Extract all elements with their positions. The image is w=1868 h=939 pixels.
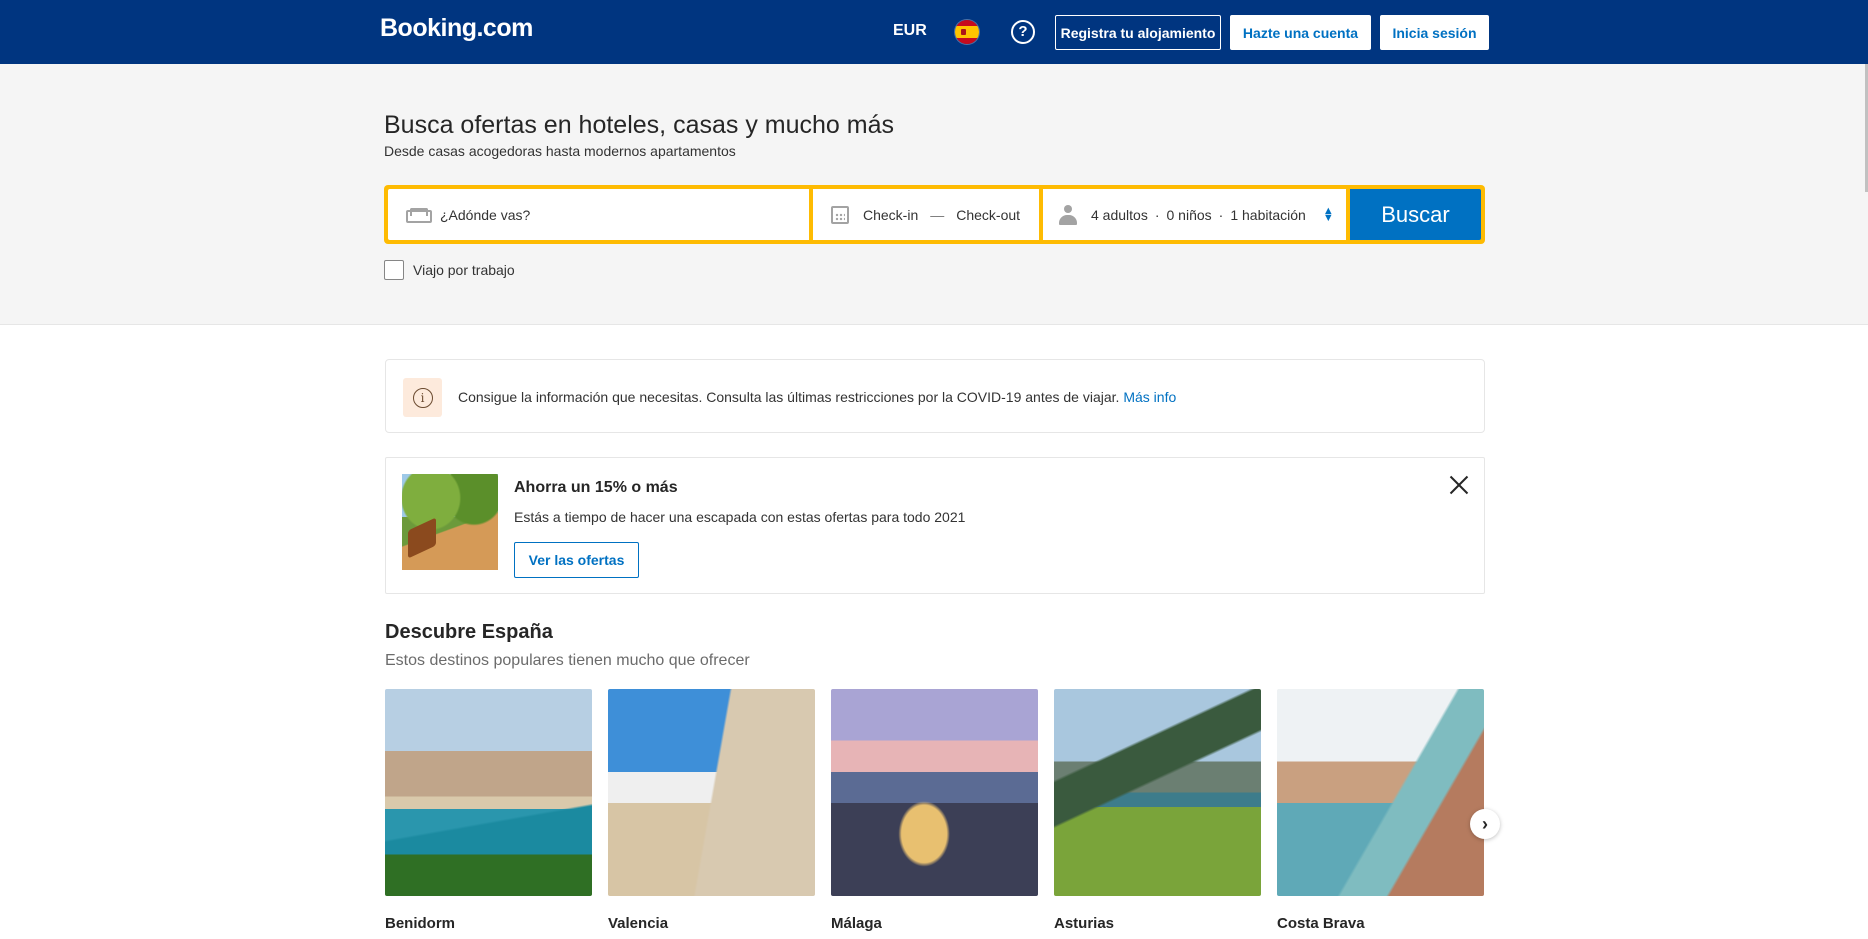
work-trip-label: Viajo por trabajo (413, 262, 515, 278)
checkout-label[interactable]: Check-out (956, 207, 1020, 223)
checkin-label[interactable]: Check-in (863, 207, 918, 223)
checkbox-box[interactable] (384, 260, 404, 280)
children-count: 0 niños (1166, 206, 1212, 223)
more-info-link[interactable]: Más info (1123, 389, 1176, 405)
help-icon[interactable]: ? (1011, 20, 1035, 44)
search-bar: ¿Adónde vas? Check-in — Check-out 4 adul… (384, 185, 1485, 244)
dates-field[interactable]: Check-in — Check-out (813, 189, 1039, 240)
destination-name[interactable]: Benidorm (385, 915, 592, 932)
covid-text: Consigue la información que necesitas. C… (458, 389, 1120, 405)
calendar-icon (831, 205, 849, 224)
destination-name[interactable]: Málaga (831, 915, 1038, 932)
close-icon[interactable] (1448, 474, 1470, 496)
rooms-count: 1 habitación (1230, 206, 1306, 223)
top-header: Booking.com EUR ? Registra tu alojamient… (0, 0, 1868, 64)
spain-flag-icon[interactable] (955, 20, 979, 44)
promo-card: Ahorra un 15% o más Estás a tiempo de ha… (385, 457, 1485, 594)
currency-selector[interactable]: EUR (893, 22, 927, 40)
promo-text: Estás a tiempo de hacer una escapada con… (514, 509, 966, 525)
destination-card-valencia[interactable]: Valencia (608, 689, 815, 932)
bed-icon (406, 207, 432, 223)
destination-card-malaga[interactable]: Málaga (831, 689, 1038, 932)
destination-card-asturias[interactable]: Asturias (1054, 689, 1261, 932)
covid-message: Consigue la información que necesitas. C… (458, 389, 1176, 405)
destination-image[interactable] (1054, 689, 1261, 896)
carousel-next-icon[interactable]: › (1470, 809, 1500, 839)
booking-logo[interactable]: Booking.com (380, 14, 533, 43)
register-property-button[interactable]: Registra tu alojamiento (1055, 15, 1221, 50)
promo-title: Ahorra un 15% o más (514, 479, 678, 496)
info-icon-container: i (403, 378, 442, 417)
destination-image[interactable] (608, 689, 815, 896)
destination-image[interactable] (385, 689, 592, 896)
destination-card-costa-brava[interactable]: Costa Brava (1277, 689, 1484, 932)
create-account-button[interactable]: Hazte una cuenta (1230, 15, 1371, 50)
sign-in-button[interactable]: Inicia sesión (1380, 15, 1489, 50)
destination-placeholder: ¿Adónde vas? (440, 206, 531, 223)
hero-subtitle: Desde casas acogedoras hasta modernos ap… (384, 143, 736, 159)
see-offers-button[interactable]: Ver las ofertas (514, 542, 639, 578)
destination-name[interactable]: Costa Brava (1277, 915, 1484, 932)
info-icon: i (412, 387, 433, 408)
chevron-updown-icon: ▲ ▼ (1322, 204, 1334, 224)
person-icon (1059, 204, 1077, 225)
covid-banner: i Consigue la información que necesitas.… (385, 359, 1485, 433)
destination-card-benidorm[interactable]: Benidorm (385, 689, 592, 932)
search-hero: Busca ofertas en hoteles, casas y mucho … (0, 64, 1868, 325)
destination-image[interactable] (831, 689, 1038, 896)
destination-name[interactable]: Valencia (608, 915, 815, 932)
adults-count: 4 adultos (1091, 206, 1148, 223)
destination-field[interactable]: ¿Adónde vas? (388, 189, 809, 240)
discover-subtitle: Estos destinos populares tienen mucho qu… (385, 652, 750, 669)
date-separator: — (930, 206, 945, 223)
destination-name[interactable]: Asturias (1054, 915, 1261, 932)
hero-title: Busca ofertas en hoteles, casas y mucho … (384, 111, 894, 139)
separator-dot: · (1218, 206, 1224, 223)
discover-title: Descubre España (385, 621, 553, 643)
destination-image[interactable] (1277, 689, 1484, 896)
search-button[interactable]: Buscar (1350, 189, 1481, 240)
separator-dot: · (1154, 206, 1160, 223)
work-trip-checkbox[interactable]: Viajo por trabajo (384, 260, 515, 280)
promo-image (402, 474, 498, 570)
guests-field[interactable]: 4 adultos · 0 niños · 1 habitación ▲ ▼ (1043, 189, 1346, 240)
